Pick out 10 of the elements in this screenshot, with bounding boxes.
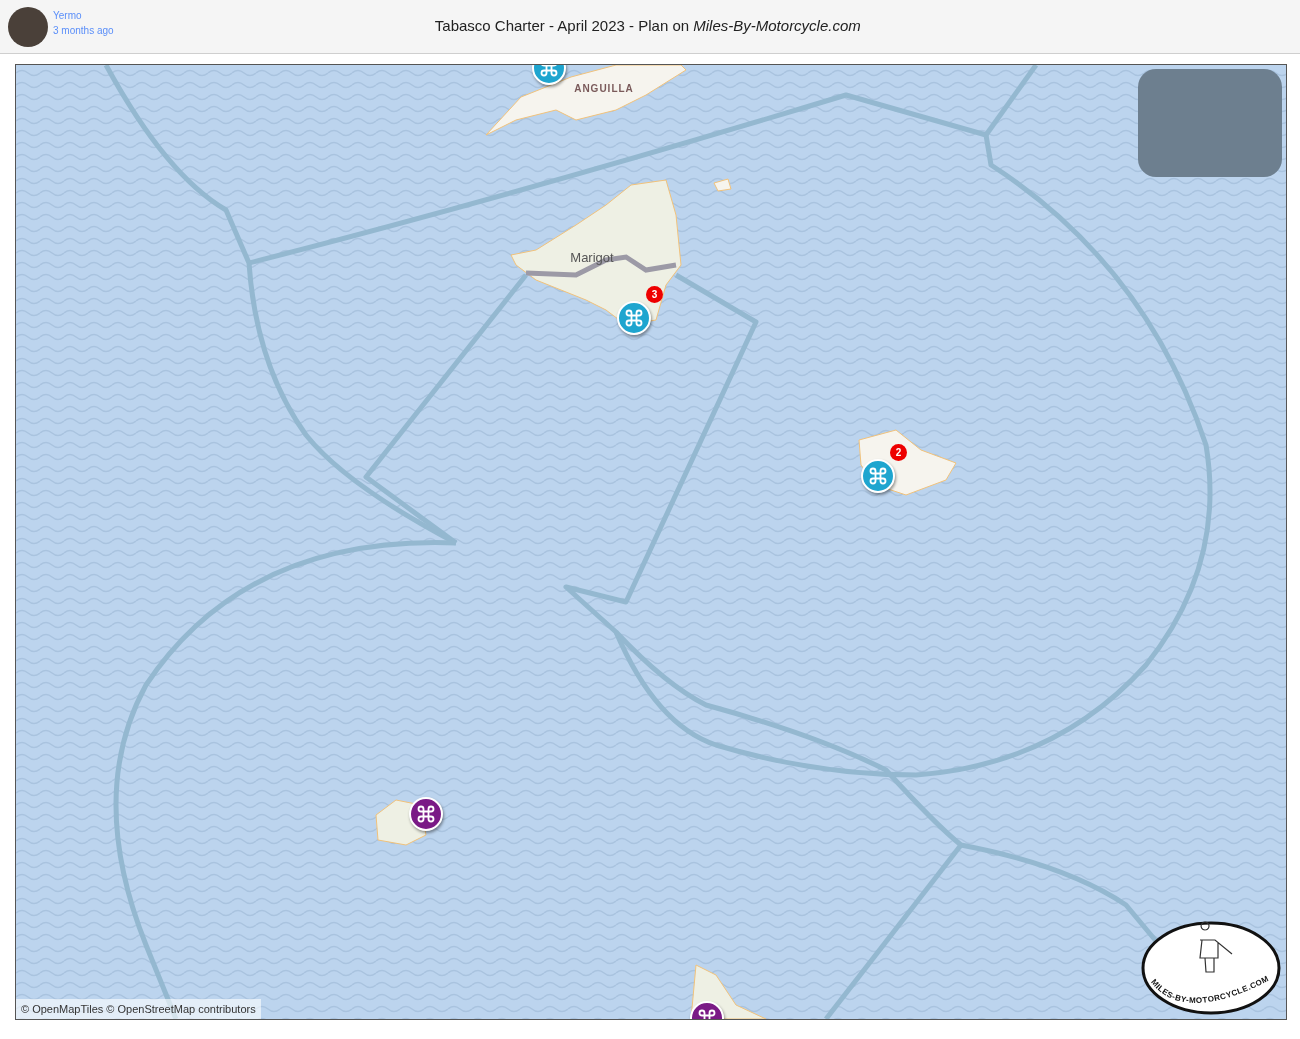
region-label: ANGUILLA bbox=[574, 83, 634, 94]
islet bbox=[713, 178, 732, 192]
page-title: Tabasco Charter - April 2023 - Plan on Miles-By-Motorcycle.com bbox=[434, 16, 861, 37]
avatar bbox=[8, 6, 48, 47]
command-icon bbox=[868, 466, 888, 486]
command-icon bbox=[416, 804, 436, 824]
map-attribution: © OpenMapTiles © OpenStreetMap contributors bbox=[16, 998, 261, 1019]
post-time: 3 months ago bbox=[53, 24, 114, 38]
town-label: Marigot bbox=[570, 250, 614, 265]
command-icon bbox=[624, 308, 644, 328]
